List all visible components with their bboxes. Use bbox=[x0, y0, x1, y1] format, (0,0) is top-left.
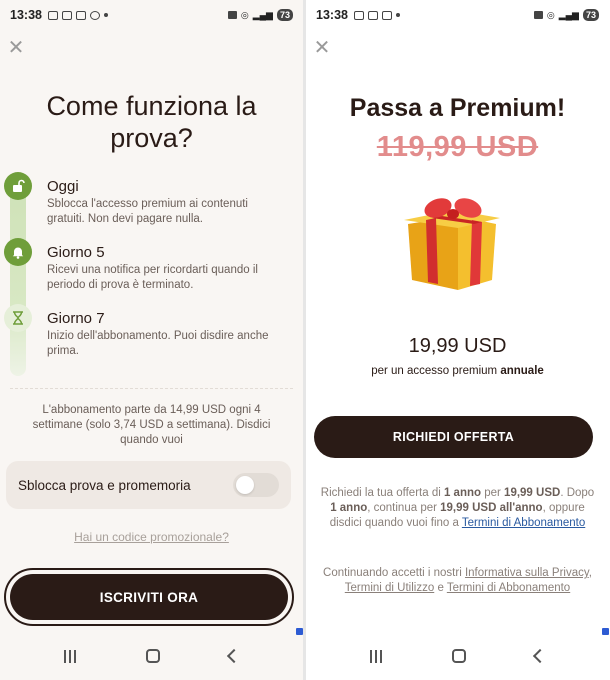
claim-offer-button[interactable]: RICHIEDI OFFERTA bbox=[314, 416, 593, 458]
screenshot-icon bbox=[47, 10, 58, 20]
terms-bold: 1 anno bbox=[330, 502, 368, 514]
wifi-icon: ◎ bbox=[546, 9, 555, 20]
reminder-toggle[interactable] bbox=[233, 473, 279, 497]
back-icon[interactable] bbox=[226, 648, 241, 664]
nfc-icon bbox=[227, 11, 237, 19]
step-desc: Sblocca l'accesso premium ai contenuti g… bbox=[47, 198, 248, 225]
step-title: Giorno 5 bbox=[47, 244, 105, 261]
toggle-label: Sblocca prova e promemoria bbox=[18, 477, 191, 493]
chat-icon bbox=[89, 10, 100, 20]
gift-icon bbox=[404, 198, 500, 290]
price-period: annuale bbox=[500, 365, 544, 377]
nav-bar bbox=[0, 632, 303, 680]
subscription-terms-link[interactable]: Termini di Abbonamento bbox=[447, 582, 570, 594]
privacy-policy-link[interactable]: Informativa sulla Privacy bbox=[465, 567, 589, 579]
terms-bold: 19,99 USD bbox=[504, 487, 561, 499]
more-notifications-icon bbox=[103, 13, 108, 17]
offer-price: 19,99 USD bbox=[408, 335, 507, 357]
scan-icon bbox=[367, 10, 378, 20]
system-icons: ◎ ▂▄▆ 73 bbox=[227, 9, 293, 21]
subscribe-button-frame: ISCRIVITI ORA bbox=[4, 568, 294, 626]
legal-text: Continuando accetti i nostri bbox=[323, 567, 465, 579]
terms-of-use-link[interactable]: Termini di Utilizzo bbox=[345, 582, 434, 594]
close-icon[interactable]: ✕ bbox=[312, 38, 332, 58]
link-icon bbox=[381, 10, 392, 20]
page-title: Come funziona la prova? bbox=[46, 91, 257, 153]
price-subtitle-text: per un accesso premium bbox=[371, 365, 501, 377]
legal-text: , bbox=[588, 567, 592, 579]
trial-info-screen: 13:38 ◎ ▂▄▆ 73 ✕ Come funziona la prova?… bbox=[0, 0, 303, 680]
hourglass-icon bbox=[4, 304, 32, 332]
recent-apps-icon[interactable] bbox=[370, 649, 384, 663]
status-bar: 13:38 ◎ ▂▄▆ 73 bbox=[306, 0, 609, 30]
subscription-terms-link[interactable]: Termini di Abbonamento bbox=[462, 517, 585, 529]
battery-icon: 73 bbox=[276, 9, 293, 21]
screenshot-icon bbox=[353, 10, 364, 20]
system-icons: ◎ ▂▄▆ 73 bbox=[533, 9, 599, 21]
premium-offer-screen: 13:38 ◎ ▂▄▆ 73 ✕ Passa a Premium! 119,99… bbox=[306, 0, 609, 680]
timeline-track bbox=[10, 186, 26, 376]
close-icon[interactable]: ✕ bbox=[6, 38, 26, 58]
bell-icon bbox=[4, 238, 32, 266]
step-title: Giorno 7 bbox=[47, 310, 105, 327]
terms-text: , continua per bbox=[367, 502, 441, 514]
trial-timeline: Oggi Sblocca l'accesso premium ai conten… bbox=[0, 172, 303, 376]
unlock-icon bbox=[4, 172, 32, 200]
original-price: 119,99 USD bbox=[376, 131, 539, 163]
scan-icon bbox=[61, 10, 72, 20]
status-time: 13:38 bbox=[316, 8, 348, 22]
link-icon bbox=[75, 10, 86, 20]
home-icon[interactable] bbox=[452, 649, 467, 663]
price-subtitle: per un accesso premium annuale bbox=[306, 365, 609, 377]
legal-notice: Continuando accetti i nostri Informativa… bbox=[318, 566, 597, 596]
overlay-badge-icon bbox=[602, 628, 609, 635]
terms-text: per bbox=[481, 487, 505, 499]
page-title: Passa a Premium! bbox=[349, 94, 566, 122]
legal-text: e bbox=[434, 582, 447, 594]
step-title: Oggi bbox=[47, 178, 79, 195]
terms-text: . Dopo bbox=[560, 487, 595, 499]
divider bbox=[10, 388, 293, 389]
recent-apps-icon[interactable] bbox=[64, 649, 78, 663]
status-time: 13:38 bbox=[10, 8, 42, 22]
home-icon[interactable] bbox=[146, 649, 161, 663]
signal-icon: ▂▄▆ bbox=[252, 9, 273, 20]
pricing-note: L'abbonamento parte da 14,99 USD ogni 4 … bbox=[32, 404, 271, 446]
overlay-badge-icon bbox=[296, 628, 303, 635]
back-icon[interactable] bbox=[532, 648, 547, 664]
nav-bar bbox=[306, 632, 609, 680]
notification-icons bbox=[353, 10, 400, 20]
promo-code-link[interactable]: Hai un codice promozionale? bbox=[0, 530, 303, 544]
subscribe-button[interactable]: ISCRIVITI ORA bbox=[10, 574, 288, 620]
signal-icon: ▂▄▆ bbox=[558, 9, 579, 20]
offer-terms: Richiedi la tua offerta di 1 anno per 19… bbox=[318, 486, 597, 531]
nfc-icon bbox=[533, 11, 543, 19]
terms-bold: 1 anno bbox=[443, 487, 482, 499]
toggle-knob bbox=[236, 476, 254, 494]
status-bar: 13:38 ◎ ▂▄▆ 73 bbox=[0, 0, 303, 30]
notification-icons bbox=[47, 10, 108, 20]
reminder-toggle-card[interactable]: Sblocca prova e promemoria bbox=[6, 461, 291, 509]
wifi-icon: ◎ bbox=[240, 9, 249, 20]
step-desc: Ricevi una notifica per ricordarti quand… bbox=[47, 264, 258, 291]
terms-text: Richiedi la tua offerta di bbox=[320, 487, 444, 499]
more-notifications-icon bbox=[395, 13, 400, 17]
battery-icon: 73 bbox=[582, 9, 599, 21]
step-desc: Inizio dell'abbonamento. Puoi disdire an… bbox=[47, 330, 269, 357]
terms-bold: 19,99 USD all'anno bbox=[440, 502, 543, 514]
